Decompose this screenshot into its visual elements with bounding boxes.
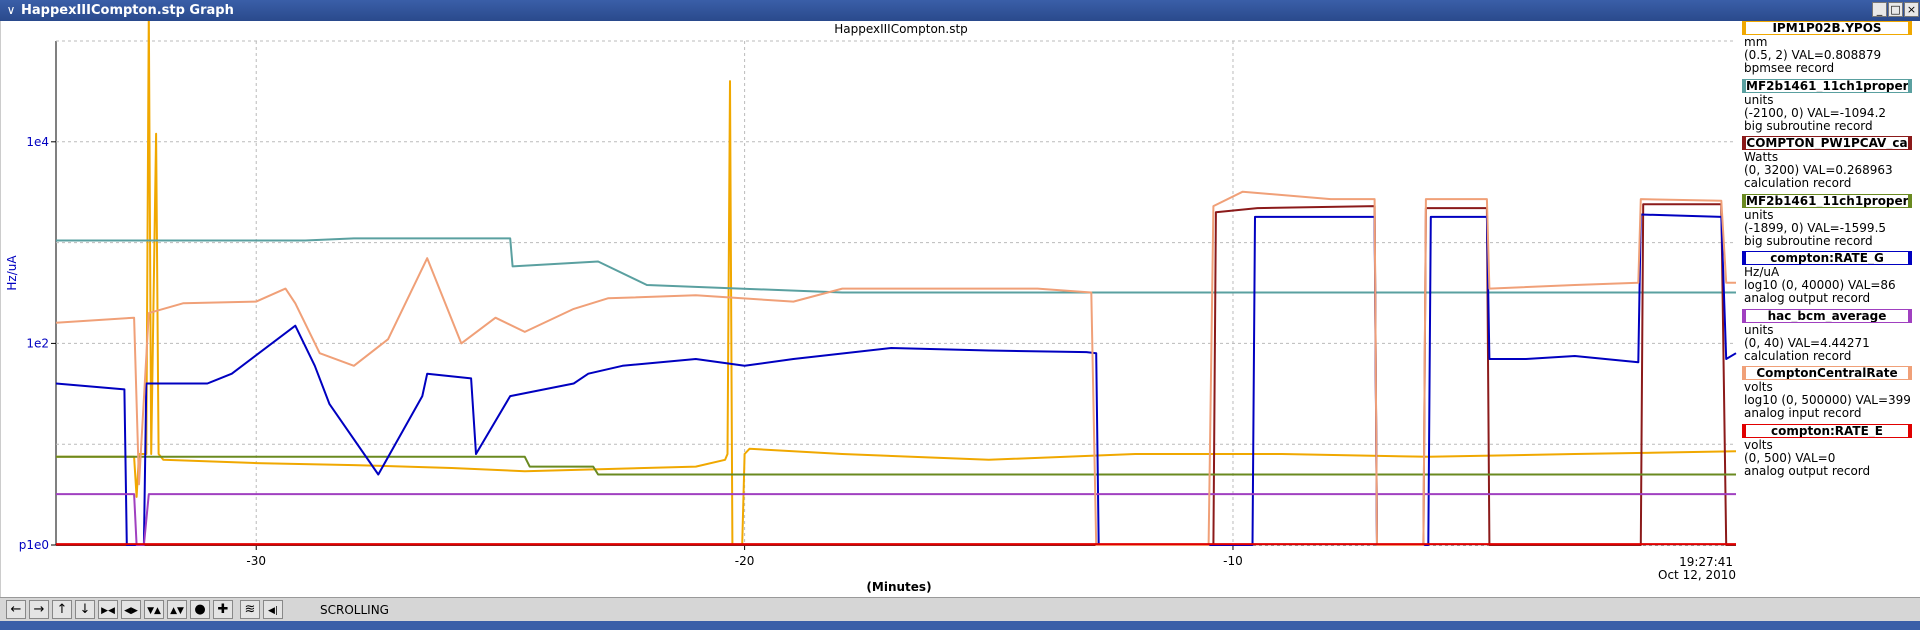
x-tick-label: -10: [1223, 554, 1243, 568]
x-axis-label: (Minutes): [866, 580, 931, 594]
jump-end-button[interactable]: ◀|: [263, 600, 283, 619]
legend-range: (0, 500) VAL=0: [1744, 450, 1836, 465]
legend-record: analog input record: [1744, 406, 1862, 420]
series-line-4: [56, 455, 1736, 476]
zoom-x-in-icon: ▶◀: [101, 606, 115, 616]
legend-series-name[interactable]: MF2b1461_11ch1property.F: [1742, 193, 1912, 208]
series-line-6: [56, 493, 1736, 546]
legend-record: big subroutine record: [1744, 233, 1873, 248]
chart[interactable]: -30 -20 -10 1e4 1e2 p1e0 Hz/uA HappexIIICompton…: [1, 21, 1741, 597]
y-axis-label: Hz/uA: [5, 255, 19, 291]
date-label: Oct 12, 2010: [1658, 568, 1736, 582]
record-icon: ●: [194, 602, 206, 617]
bottom-strip: [0, 621, 1920, 630]
arrow-down-icon: ↓: [79, 602, 91, 617]
legend-series-name[interactable]: MF2b1461_11ch1property.E: [1742, 78, 1912, 93]
scroll-down-button[interactable]: ↓: [75, 600, 95, 619]
legend-range: (0, 40) VAL=4.44271: [1744, 335, 1870, 350]
zoom-y-in-button[interactable]: ▼▲: [144, 600, 164, 619]
autoscale-button[interactable]: ≋: [240, 600, 260, 619]
add-button[interactable]: ✚: [213, 600, 233, 619]
time-label: 19:27:41: [1679, 555, 1733, 569]
plot-area[interactable]: -30 -20 -10 1e4 1e2 p1e0 Hz/uA HappexIIICompton…: [0, 21, 1740, 597]
arrow-right-icon: →: [33, 602, 45, 617]
autoscale-icon: ≋: [244, 602, 256, 617]
arrow-left-icon: ←: [10, 602, 22, 617]
record-button[interactable]: ●: [190, 600, 210, 619]
legend-units: units: [1744, 322, 1774, 337]
legend-range: (-2100, 0) VAL=-1094.2: [1744, 105, 1887, 120]
scroll-right-button[interactable]: →: [29, 600, 49, 619]
y-tick-label: 1e4: [26, 135, 49, 149]
legend-series-name[interactable]: IPM1P02B.YPOS: [1742, 21, 1912, 35]
zoom-y-out-button[interactable]: ▲▼: [167, 600, 187, 619]
legend-record: calculation record: [1744, 176, 1852, 190]
chevron-down-icon[interactable]: ∨: [3, 2, 19, 18]
y-tick-label: 1e2: [26, 336, 49, 350]
series-line-5: [55, 213, 1737, 546]
zoom-y-out-icon: ▲▼: [170, 606, 184, 616]
x-tick-label: -30: [246, 554, 266, 568]
legend-units: units: [1744, 207, 1774, 222]
legend-series-name[interactable]: hac_bcm_average: [1742, 308, 1912, 323]
legend-units: volts: [1744, 437, 1773, 452]
series-line-2: [56, 237, 1736, 294]
y-tick-label: p1e0: [19, 538, 49, 552]
legend-series-name[interactable]: COMPTON_PW1PCAV_ca: [1742, 136, 1912, 150]
jump-end-icon: ◀|: [268, 606, 278, 616]
legend-record: big subroutine record: [1744, 118, 1873, 133]
x-tick-label: -20: [735, 554, 755, 568]
plus-icon: ✚: [217, 602, 229, 617]
zoom-y-in-icon: ▼▲: [147, 606, 161, 616]
legend-record: analog output record: [1744, 291, 1871, 305]
maximize-button[interactable]: □: [1888, 2, 1903, 17]
legend-range: (-1899, 0) VAL=-1599.5: [1744, 220, 1887, 235]
zoom-x-out-button[interactable]: ◀▶: [121, 600, 141, 619]
legend-panel: IPM1P02B.YPOS mm (0.5, 2) VAL=0.808879 bpms…: [1740, 21, 1920, 597]
close-button[interactable]: ×: [1904, 2, 1919, 17]
legend-series-name[interactable]: compton:RATE_E: [1742, 423, 1912, 438]
chart-title: HappexIIICompton.stp: [834, 22, 968, 36]
minimize-button[interactable]: _: [1872, 2, 1887, 17]
toolbar: ← → ↑ ↓ ▶◀ ◀▶ ▼▲ ▲▼ ● ✚ ≋ ◀| SCROLLING: [0, 597, 1920, 622]
legend-record: analog output record: [1744, 463, 1871, 478]
series-line-7: [55, 190, 1736, 546]
legend-record: calculation record: [1744, 348, 1852, 363]
series-line-1: [56, 21, 1737, 546]
window-title: HappexIIICompton.stp Graph: [21, 3, 234, 18]
scroll-left-button[interactable]: ←: [6, 600, 26, 619]
zoom-x-out-icon: ◀▶: [124, 606, 138, 616]
legend-record: bpmsee record: [1744, 61, 1835, 75]
scroll-status: SCROLLING: [320, 603, 389, 617]
zoom-x-in-button[interactable]: ▶◀: [98, 600, 118, 619]
window-titlebar: ∨ HappexIIICompton.stp Graph _ □ ×: [0, 0, 1920, 21]
arrow-up-icon: ↑: [56, 602, 68, 617]
legend-units: units: [1744, 92, 1774, 107]
legend-series-name[interactable]: ComptonCentralRate: [1742, 366, 1912, 380]
legend-series-name[interactable]: compton:RATE_G: [1742, 251, 1912, 265]
scroll-up-button[interactable]: ↑: [52, 600, 72, 619]
